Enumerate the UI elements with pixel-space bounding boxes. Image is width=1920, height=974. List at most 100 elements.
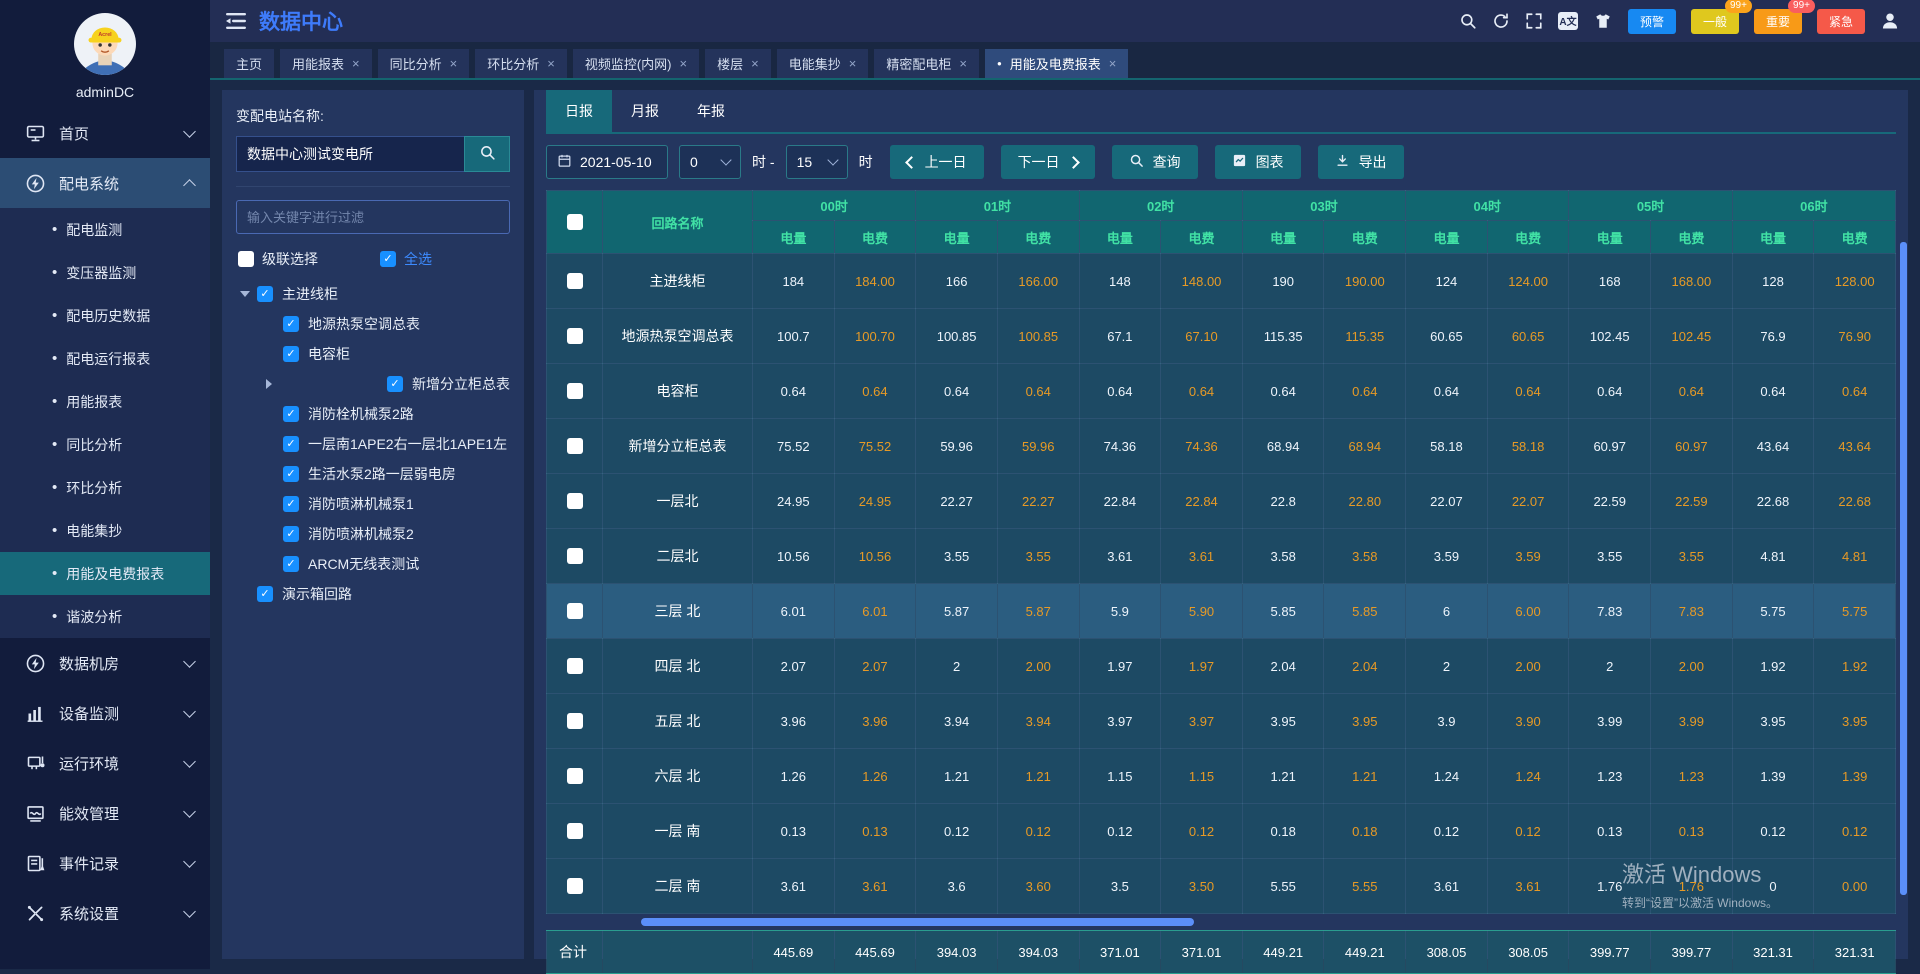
close-icon[interactable]: × <box>959 57 967 70</box>
tree-node[interactable]: ✓地源热泵空调总表 <box>236 309 510 339</box>
row-checkbox[interactable] <box>567 273 583 289</box>
alert-warning-button[interactable]: 预警 <box>1628 9 1676 34</box>
window-tab[interactable]: ●用能及电费报表× <box>985 49 1128 78</box>
row-checkbox[interactable] <box>567 328 583 344</box>
sidebar-item-events[interactable]: 事件记录 <box>0 838 210 888</box>
tree-checkbox[interactable]: ✓ <box>257 586 273 602</box>
sidebar-subitem[interactable]: •环比分析 <box>0 466 210 509</box>
theme-icon[interactable] <box>1593 12 1613 30</box>
close-icon[interactable]: × <box>849 57 857 70</box>
close-icon[interactable]: × <box>547 57 555 70</box>
row-checkbox[interactable] <box>567 768 583 784</box>
sidebar-item-device-monitor[interactable]: 设备监测 <box>0 688 210 738</box>
row-checkbox[interactable] <box>567 548 583 564</box>
start-hour-select[interactable]: 0 <box>679 145 741 179</box>
tree-checkbox[interactable]: ✓ <box>387 376 403 392</box>
next-day-button[interactable]: 下一日 <box>1001 145 1095 179</box>
alert-urgent-button[interactable]: 紧急 <box>1817 9 1865 34</box>
window-tab[interactable]: 楼层× <box>705 49 771 78</box>
tree-node[interactable]: ✓ARCM无线表测试 <box>236 549 510 579</box>
station-search-button[interactable] <box>464 136 510 172</box>
query-button[interactable]: 查询 <box>1112 145 1198 179</box>
sidebar-subitem[interactable]: •变压器监测 <box>0 251 210 294</box>
sidebar-item-data-room[interactable]: 数据机房 <box>0 638 210 688</box>
sidebar-subitem[interactable]: •配电运行报表 <box>0 337 210 380</box>
window-tab[interactable]: 主页 <box>224 49 274 78</box>
export-button[interactable]: 导出 <box>1318 145 1404 179</box>
sidebar-subitem[interactable]: •配电监测 <box>0 208 210 251</box>
alert-general-button[interactable]: 一般99+ <box>1691 9 1739 34</box>
prev-day-button[interactable]: 上一日 <box>890 145 984 179</box>
translate-icon[interactable]: A文 <box>1558 12 1578 30</box>
tree-node[interactable]: ✓消防喷淋机械泵1 <box>236 489 510 519</box>
tree-node[interactable]: ✓电容柜 <box>236 339 510 369</box>
station-name-input[interactable] <box>236 136 465 172</box>
tree-node[interactable]: ✓主进线柜 <box>236 279 510 309</box>
close-icon[interactable]: × <box>450 57 458 70</box>
sidebar-subitem[interactable]: •谐波分析 <box>0 595 210 638</box>
user-icon[interactable] <box>1880 11 1900 31</box>
tree-node[interactable]: ✓演示箱回路 <box>236 579 510 609</box>
search-icon[interactable] <box>1459 12 1477 30</box>
close-icon[interactable]: × <box>751 57 759 70</box>
window-tab[interactable]: 用能报表× <box>280 49 372 78</box>
tree-checkbox[interactable]: ✓ <box>283 406 299 422</box>
caret-right-icon[interactable] <box>266 379 380 389</box>
sidebar-subitem[interactable]: •用能报表 <box>0 380 210 423</box>
sidebar-item-settings[interactable]: 系统设置 <box>0 888 210 938</box>
keyword-filter-input[interactable] <box>236 200 510 234</box>
close-icon[interactable]: × <box>352 57 360 70</box>
sidebar-subitem[interactable]: •电能集抄 <box>0 509 210 552</box>
tree-node[interactable]: ✓消防喷淋机械泵2 <box>236 519 510 549</box>
tree-node[interactable]: ✓一层南1APE2右一层北1APE1左 <box>236 429 510 459</box>
sidebar-subitem[interactable]: •同比分析 <box>0 423 210 466</box>
alert-important-button[interactable]: 重要99+ <box>1754 9 1802 34</box>
row-checkbox[interactable] <box>567 438 583 454</box>
header-checkbox[interactable] <box>567 214 583 230</box>
tree-node[interactable]: ✓新增分立柜总表 <box>236 369 510 399</box>
chart-button[interactable]: 图表 <box>1215 145 1301 179</box>
row-checkbox[interactable] <box>567 878 583 894</box>
avatar[interactable]: Acrel <box>74 13 136 75</box>
tree-checkbox[interactable]: ✓ <box>283 526 299 542</box>
tree-node[interactable]: ✓生活水泵2路一层弱电房 <box>236 459 510 489</box>
window-tab[interactable]: 环比分析× <box>475 49 567 78</box>
row-checkbox[interactable] <box>567 823 583 839</box>
select-all-checkbox[interactable]: ✓ 全选 <box>380 249 432 269</box>
row-checkbox[interactable] <box>567 383 583 399</box>
vertical-scrollbar-thumb[interactable] <box>1900 242 1907 895</box>
close-icon[interactable]: × <box>1109 57 1117 70</box>
tree-checkbox[interactable]: ✓ <box>283 436 299 452</box>
cascade-select-checkbox[interactable]: 级联选择 <box>238 249 318 269</box>
row-checkbox[interactable] <box>567 713 583 729</box>
close-icon[interactable]: × <box>680 57 688 70</box>
tree-checkbox[interactable]: ✓ <box>283 316 299 332</box>
row-checkbox[interactable] <box>567 493 583 509</box>
sidebar-item-home[interactable]: 首页 <box>0 108 210 158</box>
window-tab[interactable]: 视频监控(内网)× <box>573 49 699 78</box>
report-tab[interactable]: 年报 <box>678 90 744 132</box>
tree-checkbox[interactable]: ✓ <box>283 466 299 482</box>
end-hour-select[interactable]: 15 <box>786 145 848 179</box>
report-tab[interactable]: 月报 <box>612 90 678 132</box>
horizontal-scrollbar-thumb[interactable] <box>641 918 1195 926</box>
report-tab[interactable]: 日报 <box>546 90 612 132</box>
tree-checkbox[interactable]: ✓ <box>283 556 299 572</box>
row-checkbox[interactable] <box>567 603 583 619</box>
tree-node[interactable]: ✓消防栓机械泵2路 <box>236 399 510 429</box>
collapse-menu-icon[interactable] <box>226 13 246 29</box>
sidebar-item-environment[interactable]: 运行环境 <box>0 738 210 788</box>
tree-checkbox[interactable]: ✓ <box>283 496 299 512</box>
window-tab[interactable]: 电能集抄× <box>777 49 869 78</box>
window-tab[interactable]: 同比分析× <box>378 49 470 78</box>
sidebar-item-power-system[interactable]: 配电系统 <box>0 158 210 208</box>
tree-checkbox[interactable]: ✓ <box>257 286 273 302</box>
sidebar-subitem[interactable]: •配电历史数据 <box>0 294 210 337</box>
sidebar-subitem[interactable]: •用能及电费报表 <box>0 552 210 595</box>
fullscreen-icon[interactable] <box>1525 12 1543 30</box>
window-tab[interactable]: 精密配电柜× <box>874 49 979 78</box>
date-picker[interactable]: 2021-05-10 <box>546 145 668 179</box>
tree-checkbox[interactable]: ✓ <box>283 346 299 362</box>
refresh-icon[interactable] <box>1492 12 1510 30</box>
caret-down-icon[interactable] <box>240 291 250 297</box>
